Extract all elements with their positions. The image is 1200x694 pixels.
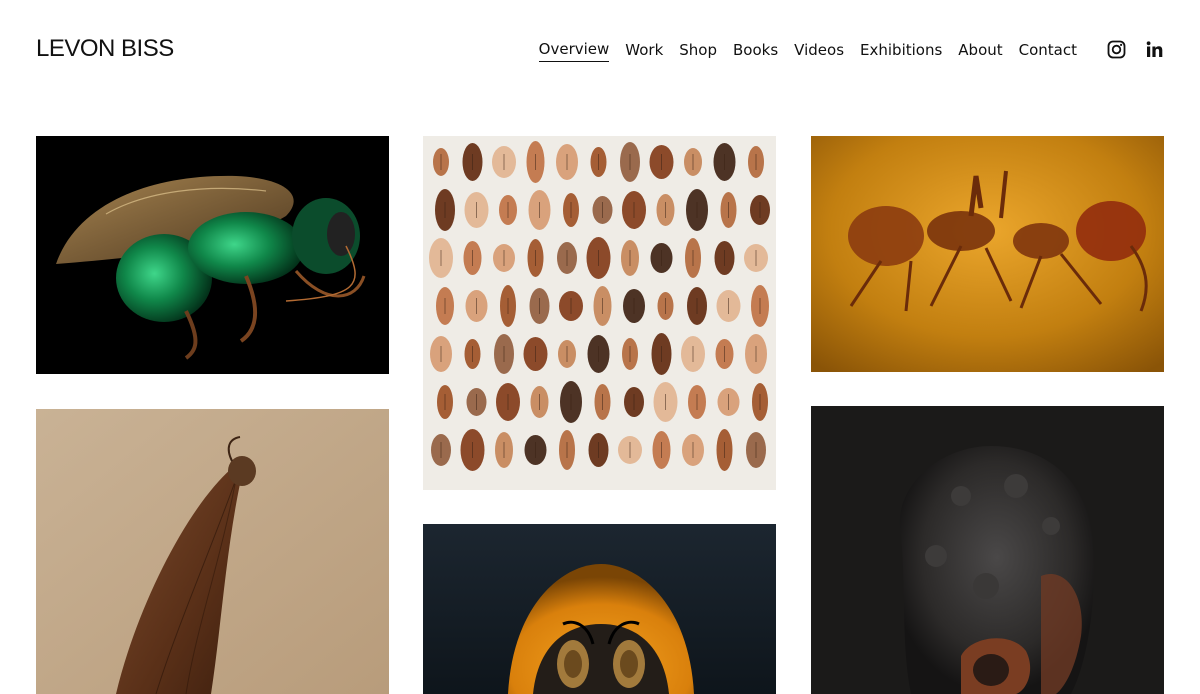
nav-item-overview[interactable]: Overview xyxy=(538,38,610,62)
seeds-collection-photo xyxy=(423,136,776,490)
nav-item-contact[interactable]: Contact xyxy=(1019,39,1077,62)
instagram-icon xyxy=(1107,40,1126,59)
nav-item-videos[interactable]: Videos xyxy=(794,39,844,62)
site-title-link[interactable]: LEVON BISS xyxy=(36,34,174,64)
nav-item-shop[interactable]: Shop xyxy=(679,39,717,62)
bumblebee-photo xyxy=(423,524,776,694)
amber-insect-photo xyxy=(811,136,1164,372)
nav-item-work[interactable]: Work xyxy=(625,39,663,62)
gallery-item-amber-insect[interactable] xyxy=(811,136,1164,372)
gallery-item-winged-seed[interactable] xyxy=(36,409,389,694)
gallery-item-wasp[interactable] xyxy=(36,136,389,374)
linkedin-icon xyxy=(1146,41,1163,57)
main-nav: Overview Work Shop Books Videos Exhibiti… xyxy=(538,38,1077,62)
instagram-link[interactable] xyxy=(1107,40,1126,59)
winged-seed-photo xyxy=(36,409,389,694)
site-header: LEVON BISS Overview Work Shop Books Vide… xyxy=(0,0,1200,100)
wasp-photo xyxy=(36,136,389,374)
gallery-item-seeds-collection[interactable] xyxy=(423,136,776,490)
gallery-item-bumblebee[interactable] xyxy=(423,524,776,694)
nav-item-books[interactable]: Books xyxy=(733,39,778,62)
linkedin-link[interactable] xyxy=(1145,40,1164,59)
dark-seed-photo xyxy=(811,406,1164,694)
nav-item-exhibitions[interactable]: Exhibitions xyxy=(860,39,942,62)
gallery-item-dark-seed[interactable] xyxy=(811,406,1164,694)
nav-item-about[interactable]: About xyxy=(958,39,1002,62)
